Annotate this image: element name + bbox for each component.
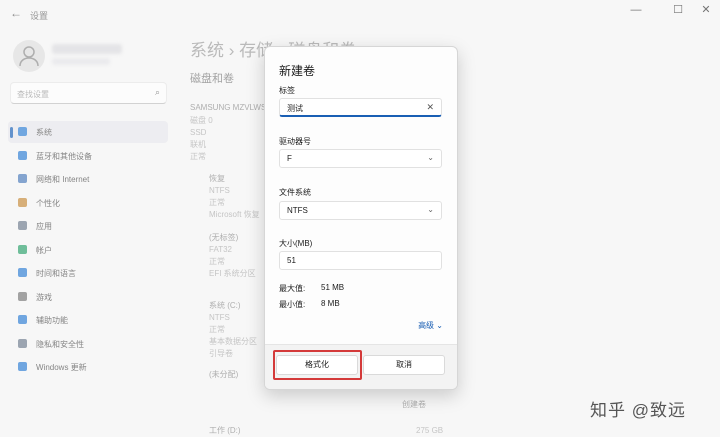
label-field-label: 标签 [279,86,295,95]
size-input-value: 51 [287,256,296,265]
max-size-label: 最大值: [279,284,306,293]
max-size-row: 最大值: 51 MB [279,283,344,294]
clear-icon[interactable]: ✕ [426,102,434,113]
min-size-row: 最小值: 8 MB [279,299,340,310]
chevron-down-icon: ⌄ [427,153,434,162]
dialog-title: 新建卷 [279,64,316,78]
size-label: 大小(MB) [279,239,313,248]
new-volume-dialog: 新建卷 标签 测试 ✕ 驱动器号 F ⌄ 文件系统 NTFS ⌄ 大小(MB) … [264,46,458,390]
size-input[interactable]: 51 [279,251,442,270]
file-system-value: NTFS [287,206,308,215]
label-input-value: 测试 [287,104,303,113]
highlight-box [273,350,362,380]
min-size-label: 最小值: [279,300,306,309]
drive-letter-select[interactable]: F ⌄ [279,149,442,168]
label-input[interactable]: 测试 ✕ [279,98,442,117]
file-system-label: 文件系统 [279,188,311,197]
drive-letter-value: F [287,154,292,163]
cancel-button[interactable]: 取消 [363,355,445,375]
advanced-label: 高级 [418,321,435,330]
watermark: 知乎 @致远 [590,401,686,420]
chevron-down-icon: ⌄ [436,321,443,330]
advanced-toggle[interactable]: 高级 ⌄ [418,320,443,331]
drive-letter-label: 驱动器号 [279,137,311,146]
min-size-value: 8 MB [321,299,340,308]
max-size-value: 51 MB [321,283,345,292]
file-system-select[interactable]: NTFS ⌄ [279,201,442,220]
settings-window: ← 设置 — ☐ ✕ 查找设置 ⌕ 系统 蓝牙和其他设备 网络和 Internet 个… [0,0,720,437]
chevron-down-icon: ⌄ [427,205,434,214]
